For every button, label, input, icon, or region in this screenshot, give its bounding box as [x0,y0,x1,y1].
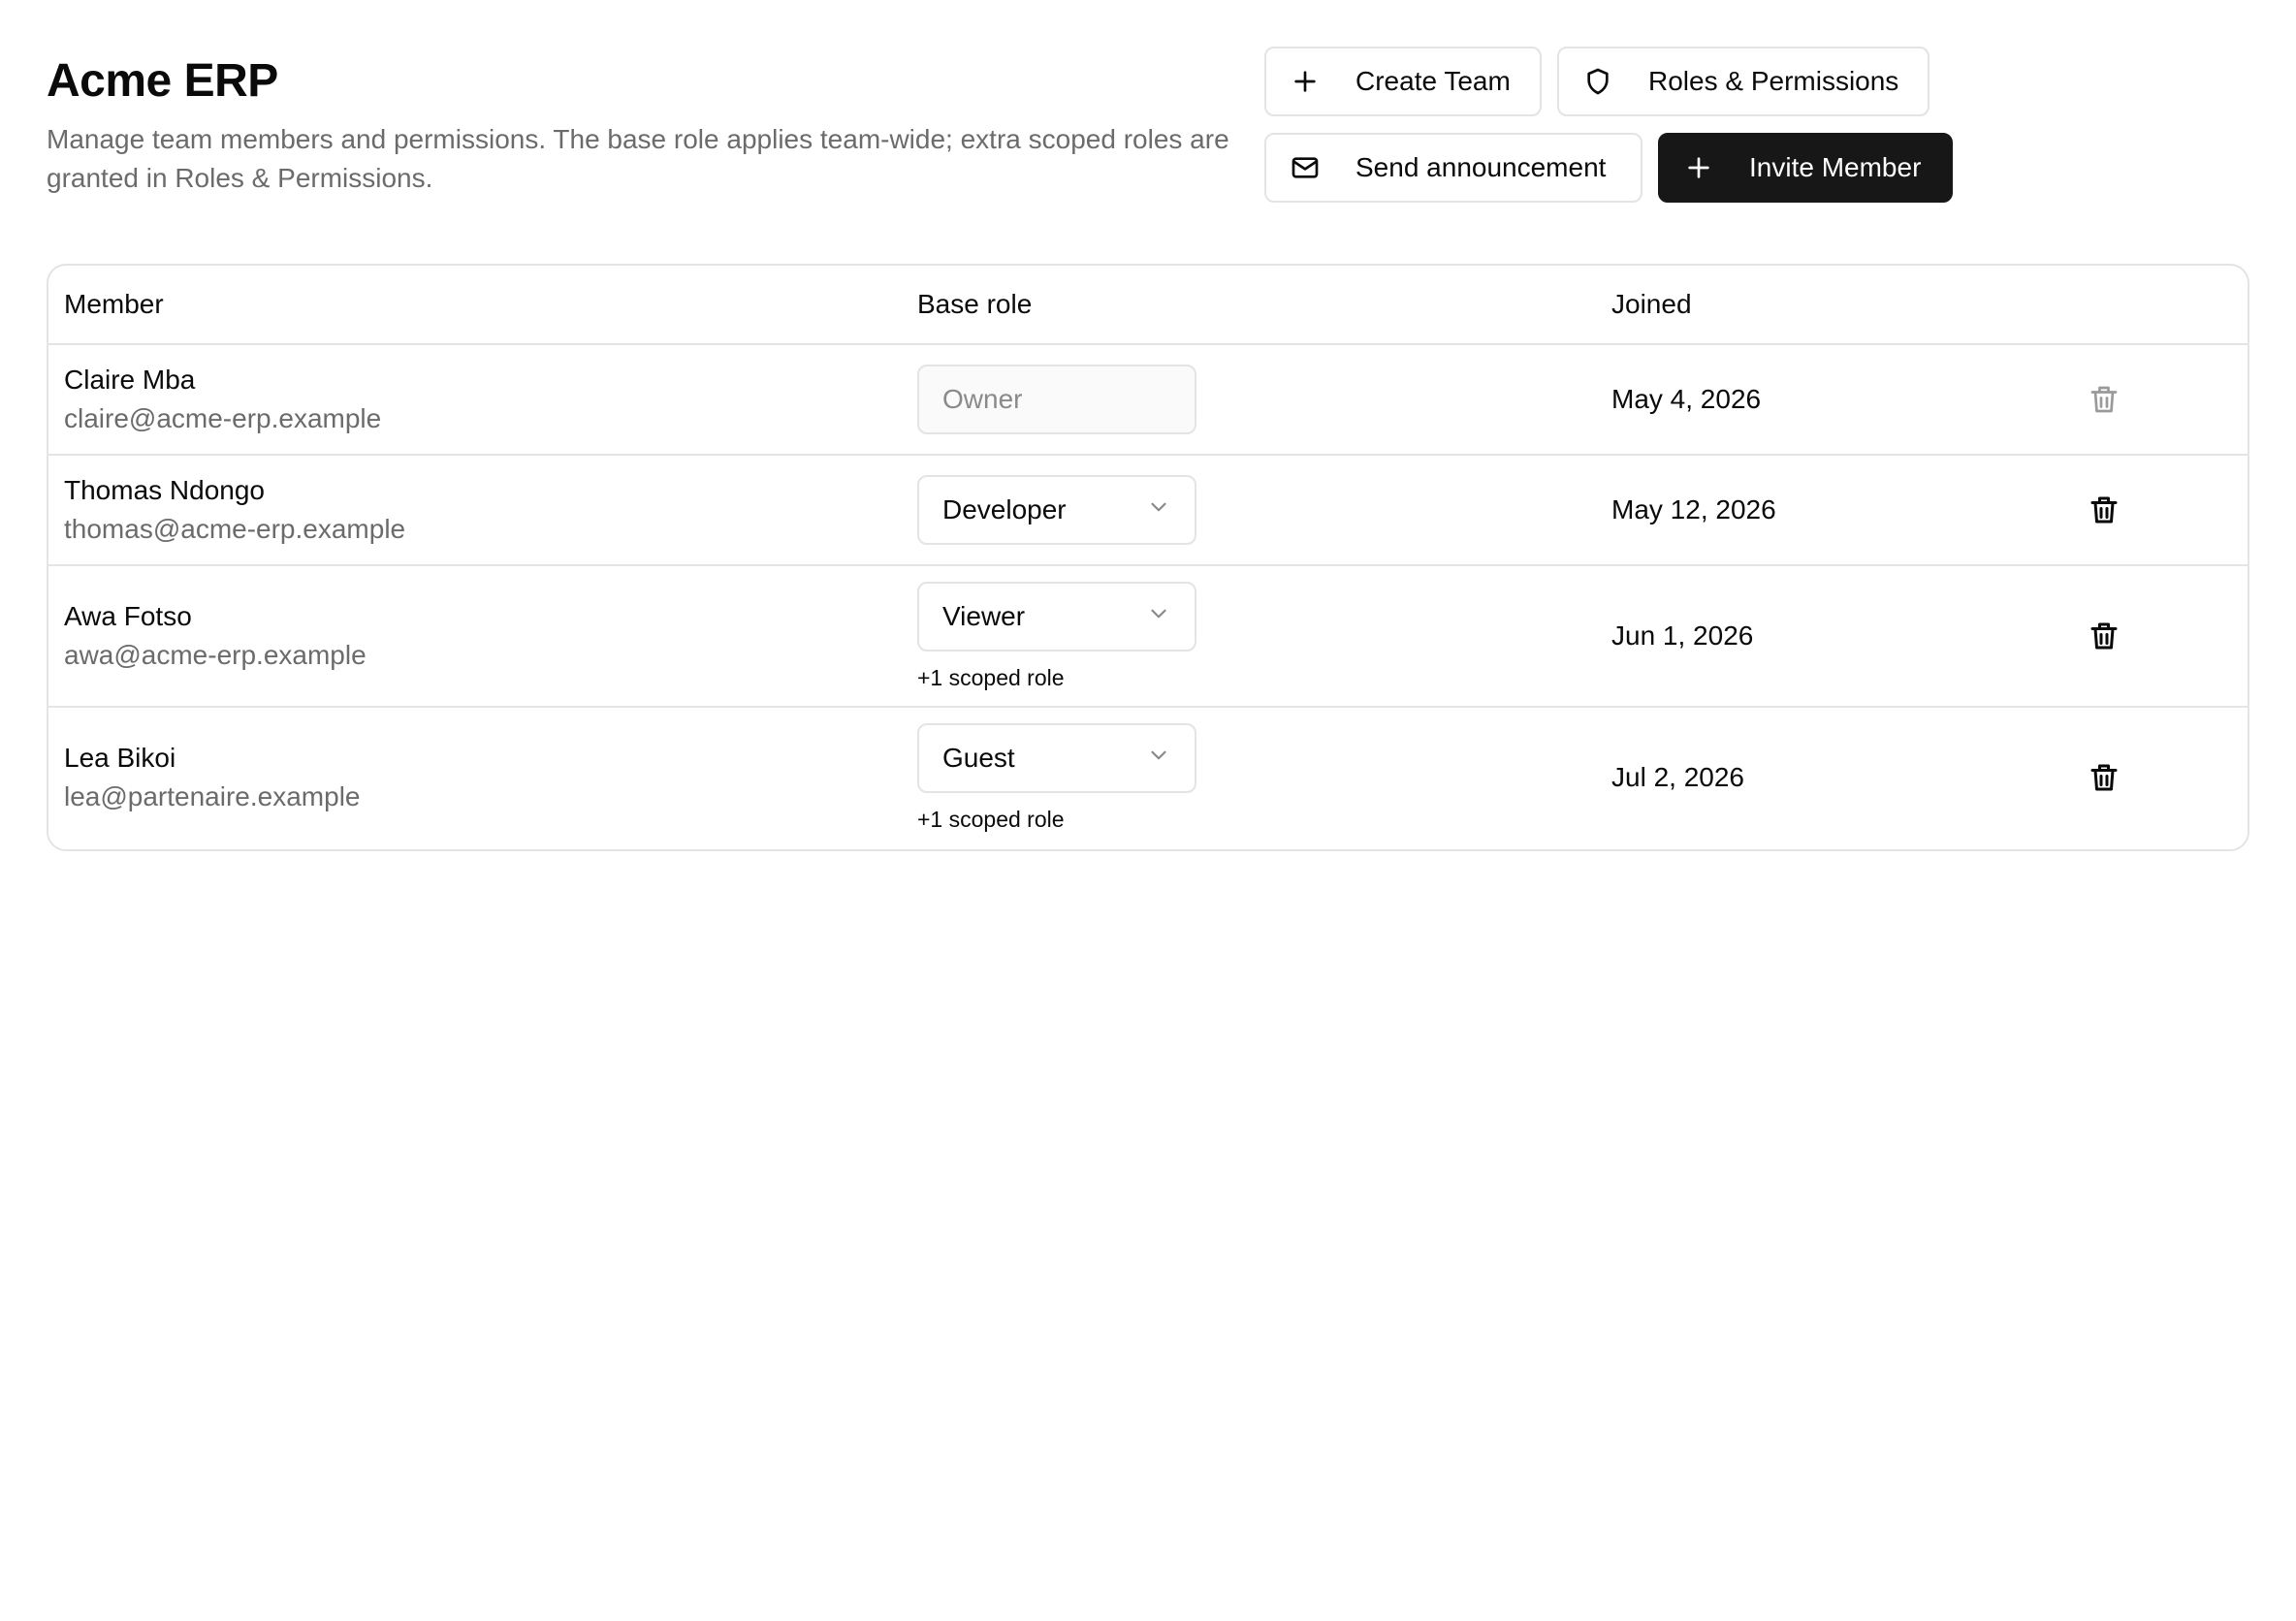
member-cell: Claire Mba claire@acme-erp.example [64,361,381,438]
member-email: thomas@acme-erp.example [64,514,406,544]
roles-permissions-button[interactable]: Roles & Permissions [1557,47,1929,116]
member-email: claire@acme-erp.example [64,403,382,433]
base-role-select[interactable]: Developer [917,475,1196,545]
table-row: Thomas Ndongo thomas@acme-erp.example De… [48,456,2248,566]
member-email: awa@acme-erp.example [64,640,367,670]
send-announcement-button[interactable]: Send announcement [1264,133,1642,203]
member-cell: Thomas Ndongo thomas@acme-erp.example [64,471,405,549]
chevron-down-icon [1146,601,1171,633]
roles-permissions-label: Roles & Permissions [1648,66,1899,96]
team-members-page: Acme ERP Manage team members and permiss… [0,0,2296,1621]
chevron-down-icon [1146,494,1171,526]
member-name: Lea Bikoi [64,743,176,773]
scoped-role-count: +1 scoped role [917,665,1065,690]
plus-icon [1290,66,1321,97]
page-description: Manage team members and permissions. The… [47,124,1229,193]
chevron-down-icon [1146,743,1171,775]
trash-icon[interactable] [2087,760,2121,795]
member-name: Thomas Ndongo [64,475,266,505]
shield-icon [1582,66,1613,97]
base-role-cell: Guest +1 scoped role [917,723,1196,834]
table-row: Awa Fotso awa@acme-erp.example Viewer +1… [48,566,2248,708]
invite-member-button[interactable]: Invite Member [1658,133,1953,203]
trash-icon [2087,382,2121,417]
base-role-select[interactable]: Viewer [917,582,1196,652]
base-role-value: Developer [942,494,1067,524]
base-role-value: Viewer [942,601,1026,631]
base-role-cell: Developer [917,475,1196,545]
table-row: Claire Mba claire@acme-erp.example Owner… [48,345,2248,456]
plus-icon [1683,152,1714,183]
base-role-cell: Viewer +1 scoped role [917,582,1196,692]
member-name: Claire Mba [64,365,196,395]
page-header: Acme ERP Manage team members and permiss… [47,50,1229,198]
table-header: Member Base role Joined [48,266,2248,345]
scoped-role-count: +1 scoped role [917,807,1065,832]
member-cell: Lea Bikoi lea@partenaire.example [64,739,360,816]
joined-date: May 12, 2026 [1611,494,1776,524]
member-email: lea@partenaire.example [64,781,361,811]
base-role-value: Owner [942,384,1023,414]
table-row: Lea Bikoi lea@partenaire.example Guest +… [48,708,2248,849]
trash-icon[interactable] [2087,619,2121,653]
column-header-joined: Joined [1611,289,1692,319]
base-role-cell: Owner [917,365,1196,434]
joined-date: May 4, 2026 [1611,384,1762,414]
base-role-value: Guest [942,743,1015,773]
joined-date: Jul 2, 2026 [1611,762,1744,792]
members-table: Member Base role Joined Claire Mba clair… [47,264,2249,851]
member-cell: Awa Fotso awa@acme-erp.example [64,597,367,675]
mail-icon [1290,152,1321,183]
create-team-label: Create Team [1355,66,1511,96]
send-announcement-label: Send announcement [1355,152,1607,182]
create-team-button[interactable]: Create Team [1264,47,1542,116]
invite-member-label: Invite Member [1749,152,1922,182]
page-title: Acme ERP [47,55,278,107]
column-header-base-role: Base role [917,289,1033,319]
member-name: Awa Fotso [64,601,192,631]
column-header-member: Member [64,289,164,319]
joined-date: Jun 1, 2026 [1611,620,1754,651]
trash-icon[interactable] [2087,493,2121,527]
base-role-select[interactable]: Guest [917,723,1196,793]
base-role-select-disabled: Owner [917,365,1196,434]
